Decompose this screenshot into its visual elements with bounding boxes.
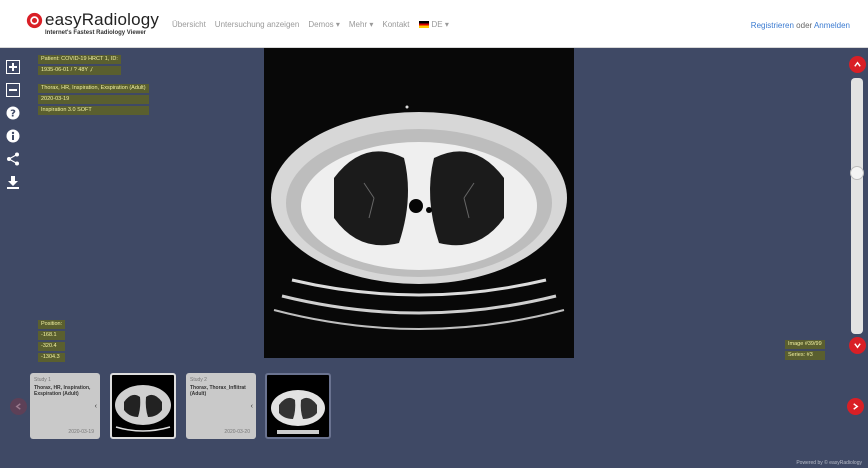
study-card-label: Study 2 [190, 377, 207, 383]
or-text: oder [796, 21, 813, 30]
ct-image-viewport[interactable] [264, 48, 574, 358]
patient-name: Patient: COVID-19 HRCT 1, ID: [38, 55, 121, 64]
logo[interactable]: easyRadiology Internet's Fastest Radiolo… [26, 10, 160, 42]
share-button[interactable] [6, 152, 20, 166]
zoom-in-icon [6, 60, 20, 74]
scroll-track[interactable] [850, 78, 864, 334]
study-info: Thorax, HR, Inspiration, Exspiration (Ad… [38, 84, 149, 117]
position-z: -1304.3 [38, 353, 66, 362]
series-description: Inspiration 3.0 SOFT [38, 106, 149, 115]
powered-by: Powered by © easyRadiology [796, 460, 862, 466]
viewer-toolbar: ? [6, 60, 22, 198]
share-icon [7, 152, 19, 166]
auth-links: Registrieren oder Anmelden [751, 21, 850, 30]
study-card-date: 2020-03-20 [224, 429, 250, 435]
nav-show-study[interactable]: Untersuchung anzeigen [215, 20, 300, 29]
scroll-up-button[interactable] [849, 56, 866, 73]
info-icon [6, 129, 20, 143]
patient-birthdate: 1935-06-01 / ? 48Y ,/ [38, 66, 121, 75]
position-info: Position: -168.1 -320.4 -1304.3 [38, 320, 66, 364]
top-navbar: easyRadiology Internet's Fastest Radiolo… [0, 0, 868, 48]
ct-thumbnail-image [115, 385, 171, 432]
image-number: Image #39/99 [785, 340, 825, 349]
zoom-out-button[interactable] [6, 83, 20, 97]
nav-contact[interactable]: Kontakt [382, 20, 409, 29]
help-icon: ? [6, 106, 20, 120]
nav-language[interactable]: DE ▾ [418, 20, 449, 29]
svg-text:?: ? [10, 109, 16, 120]
nav-overview[interactable]: Übersicht [172, 20, 206, 29]
chevron-down-icon [854, 343, 861, 349]
logo-title: easyRadiology [45, 10, 160, 29]
nav-demos[interactable]: Demos ▾ [308, 20, 340, 29]
register-link[interactable]: Registrieren [751, 21, 794, 30]
patient-info: Patient: COVID-19 HRCT 1, ID: 1935-06-01… [38, 55, 121, 77]
study-card-2[interactable]: Study 2 Thorax, Thorax_Inflitrat (Adult)… [186, 373, 256, 439]
series-number: Series: #3 [785, 351, 825, 360]
scroll-down-button[interactable] [849, 337, 866, 354]
image-info: Image #39/99 Series: #3 [785, 340, 825, 362]
info-button[interactable] [6, 129, 20, 143]
slice-scrollbar[interactable] [849, 56, 866, 356]
zoom-in-button[interactable] [6, 60, 20, 74]
chevron-up-icon [854, 61, 861, 67]
chevron-right-icon [853, 403, 859, 410]
chevron-left-icon [15, 403, 21, 410]
study-description: Thorax, HR, Inspiration, Exspiration (Ad… [38, 84, 149, 93]
series-thumbnail-1[interactable] [110, 373, 176, 439]
position-y: -320.4 [38, 342, 66, 351]
position-x: -168.1 [38, 331, 66, 340]
study-card-label: Study 1 [34, 377, 51, 383]
study-date: 2020-03-19 [38, 95, 149, 104]
series-strip: Study 1 Thorax, HR, Inspiration, Exspira… [0, 372, 868, 442]
study-card-description: Thorax, HR, Inspiration, Exspiration (Ad… [34, 385, 91, 397]
strip-prev-button[interactable] [10, 398, 27, 415]
login-link[interactable]: Anmelden [814, 21, 850, 30]
ct-thumbnail-image [271, 390, 325, 434]
zoom-out-icon [6, 83, 20, 97]
study-card-date: 2020-03-19 [68, 429, 94, 435]
download-icon [7, 176, 19, 189]
study-card-1[interactable]: Study 1 Thorax, HR, Inspiration, Exspira… [30, 373, 100, 439]
strip-next-button[interactable] [847, 398, 864, 415]
logo-icon [26, 12, 43, 29]
caret-left-icon: ‹ [250, 403, 253, 410]
nav-more[interactable]: Mehr ▾ [349, 20, 373, 29]
main-nav: Übersicht Untersuchung anzeigen Demos ▾ … [172, 20, 449, 29]
language-label: DE ▾ [431, 20, 449, 29]
position-label: Position: [38, 320, 66, 329]
scroll-thumb[interactable] [850, 166, 864, 180]
study-card-description: Thorax, Thorax_Inflitrat (Adult) [190, 385, 246, 397]
german-flag-icon [418, 21, 429, 29]
ct-scan-image [271, 105, 567, 330]
download-button[interactable] [6, 175, 20, 189]
logo-subtitle: Internet's Fastest Radiology Viewer [45, 30, 147, 36]
help-button[interactable]: ? [6, 106, 20, 120]
caret-left-icon: ‹ [94, 403, 97, 410]
series-thumbnail-2[interactable] [265, 373, 331, 439]
